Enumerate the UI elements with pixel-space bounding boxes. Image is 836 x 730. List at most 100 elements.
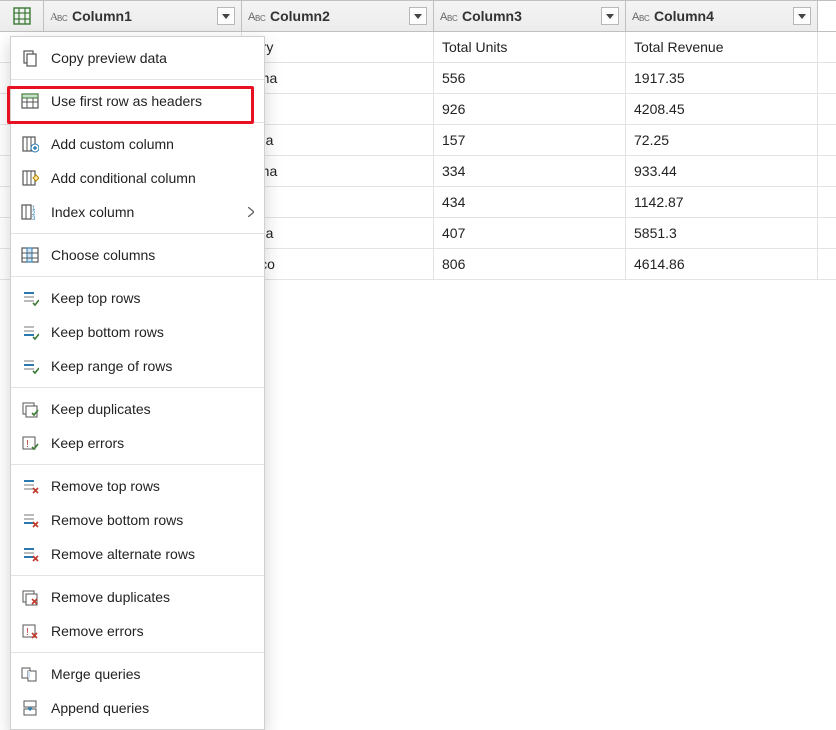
menu-index-column[interactable]: 123 Index column — [11, 195, 264, 229]
column-2-filter-button[interactable] — [409, 7, 427, 25]
cell[interactable]: 1142.87 — [626, 187, 818, 217]
menu-label: Remove errors — [51, 623, 254, 639]
svg-text:C: C — [62, 14, 68, 23]
cell[interactable]: 434 — [434, 187, 626, 217]
column-header-2-label: Column2 — [270, 8, 405, 24]
cell[interactable]: ada — [242, 218, 434, 248]
menu-separator — [11, 652, 264, 653]
menu-choose-columns[interactable]: Choose columns — [11, 238, 264, 272]
column-header-2[interactable]: ABC Column2 — [242, 1, 434, 31]
menu-keep-top-rows[interactable]: Keep top rows — [11, 281, 264, 315]
menu-keep-duplicates[interactable]: Keep duplicates — [11, 392, 264, 426]
cell[interactable]: Total Revenue — [626, 32, 818, 62]
chevron-down-icon — [222, 14, 230, 19]
menu-remove-alternate-rows[interactable]: Remove alternate rows — [11, 537, 264, 571]
chevron-down-icon — [606, 14, 614, 19]
keep-top-rows-icon — [19, 287, 41, 309]
column-header-4[interactable]: ABC Column4 — [626, 1, 818, 31]
menu-label: Remove bottom rows — [51, 512, 254, 528]
menu-merge-queries[interactable]: Merge queries — [11, 657, 264, 691]
menu-keep-range-of-rows[interactable]: Keep range of rows — [11, 349, 264, 383]
column-header-3[interactable]: ABC Column3 — [434, 1, 626, 31]
column-header-1-label: Column1 — [72, 8, 213, 24]
menu-remove-duplicates[interactable]: Remove duplicates — [11, 580, 264, 614]
column-3-filter-button[interactable] — [601, 7, 619, 25]
remove-errors-icon: ! — [19, 620, 41, 642]
menu-remove-top-rows[interactable]: Remove top rows — [11, 469, 264, 503]
menu-add-custom-column[interactable]: Add custom column — [11, 127, 264, 161]
cell[interactable]: xico — [242, 249, 434, 279]
menu-label: Keep duplicates — [51, 401, 254, 417]
cell[interactable]: ama — [242, 63, 434, 93]
chevron-right-icon — [248, 207, 254, 217]
headers-icon — [19, 90, 41, 112]
cell[interactable]: A — [242, 187, 434, 217]
cell[interactable]: Total Units — [434, 32, 626, 62]
chevron-down-icon — [414, 14, 422, 19]
cell[interactable]: 72.25 — [626, 125, 818, 155]
menu-separator — [11, 79, 264, 80]
cell[interactable]: 556 — [434, 63, 626, 93]
keep-bottom-rows-icon — [19, 321, 41, 343]
cell[interactable]: 4208.45 — [626, 94, 818, 124]
menu-label: Remove alternate rows — [51, 546, 254, 562]
table-context-menu: Copy preview data Use first row as heade… — [10, 36, 265, 730]
menu-remove-bottom-rows[interactable]: Remove bottom rows — [11, 503, 264, 537]
menu-separator — [11, 464, 264, 465]
text-type-icon: ABC — [440, 8, 458, 24]
text-type-icon: ABC — [50, 8, 68, 24]
conditional-column-icon — [19, 167, 41, 189]
cell[interactable]: ada — [242, 125, 434, 155]
menu-label: Add custom column — [51, 136, 254, 152]
menu-append-queries[interactable]: Append queries — [11, 691, 264, 725]
menu-label: Keep bottom rows — [51, 324, 254, 340]
menu-separator — [11, 387, 264, 388]
choose-columns-icon — [19, 244, 41, 266]
svg-text:C: C — [260, 14, 266, 23]
menu-label: Choose columns — [51, 247, 254, 263]
menu-add-conditional-column[interactable]: Add conditional column — [11, 161, 264, 195]
svg-text:!: ! — [26, 439, 29, 450]
remove-alternate-rows-icon — [19, 543, 41, 565]
custom-column-icon — [19, 133, 41, 155]
cell[interactable]: 5851.3 — [626, 218, 818, 248]
menu-use-first-row-as-headers[interactable]: Use first row as headers — [11, 84, 264, 118]
merge-queries-icon — [19, 663, 41, 685]
column-1-filter-button[interactable] — [217, 7, 235, 25]
table-corner-button[interactable] — [0, 1, 44, 31]
index-column-icon: 123 — [19, 201, 41, 223]
svg-text:!: ! — [26, 627, 29, 638]
cell[interactable]: 334 — [434, 156, 626, 186]
cell[interactable]: 407 — [434, 218, 626, 248]
remove-top-rows-icon — [19, 475, 41, 497]
cell[interactable]: ama — [242, 156, 434, 186]
menu-copy-preview-data[interactable]: Copy preview data — [11, 41, 264, 75]
column-header-3-label: Column3 — [462, 8, 597, 24]
append-queries-icon — [19, 697, 41, 719]
svg-text:C: C — [644, 14, 650, 23]
menu-separator — [11, 575, 264, 576]
menu-remove-errors[interactable]: ! Remove errors — [11, 614, 264, 648]
cell[interactable]: 933.44 — [626, 156, 818, 186]
menu-keep-bottom-rows[interactable]: Keep bottom rows — [11, 315, 264, 349]
cell[interactable]: 4614.86 — [626, 249, 818, 279]
menu-label: Append queries — [51, 700, 254, 716]
keep-duplicates-icon — [19, 398, 41, 420]
remove-bottom-rows-icon — [19, 509, 41, 531]
cell[interactable]: 926 — [434, 94, 626, 124]
cell[interactable]: 806 — [434, 249, 626, 279]
menu-separator — [11, 122, 264, 123]
chevron-down-icon — [798, 14, 806, 19]
menu-label: Keep top rows — [51, 290, 254, 306]
cell[interactable]: 157 — [434, 125, 626, 155]
menu-label: Index column — [51, 204, 248, 220]
menu-label: Copy preview data — [51, 50, 254, 66]
svg-text:3: 3 — [32, 216, 36, 221]
menu-label: Add conditional column — [51, 170, 254, 186]
menu-keep-errors[interactable]: ! Keep errors — [11, 426, 264, 460]
cell[interactable]: ntry — [242, 32, 434, 62]
cell[interactable]: 1917.35 — [626, 63, 818, 93]
column-header-1[interactable]: ABC Column1 — [44, 1, 242, 31]
column-4-filter-button[interactable] — [793, 7, 811, 25]
cell[interactable]: A — [242, 94, 434, 124]
